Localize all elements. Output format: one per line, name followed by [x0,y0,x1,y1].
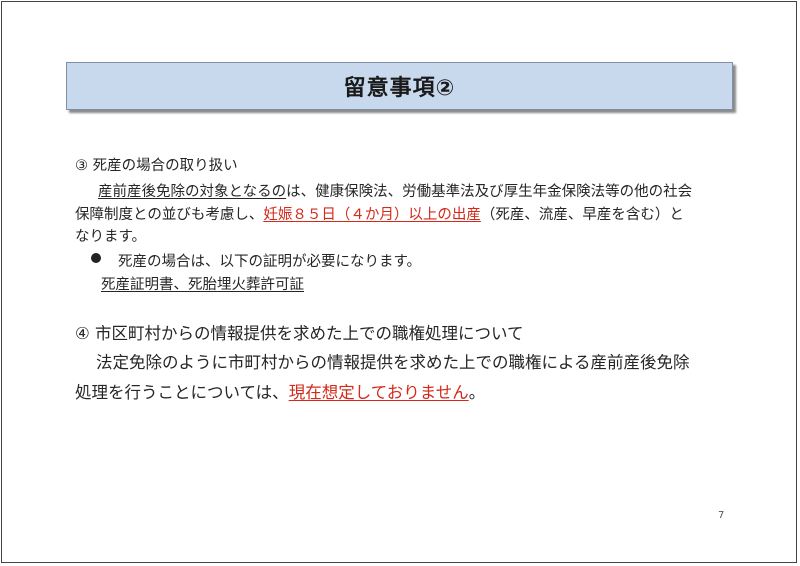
section-3-para-line-3: なります。 [75,229,147,245]
text-run: 処理を行うことについては、 [75,383,289,402]
text-run: 保障制度との並びも考慮し、 [75,207,264,223]
section-4-para-line-1: 法定免除のように市町村からの情報提供を求めた上での職権による産前産後免除 [96,353,690,372]
section-3-heading: ③ 死産の場合の取り扱い [75,158,238,174]
text-run: は、健康保険法、労働基準法及び厚生年金保険法等の他の社会 [286,184,693,200]
required-documents: 死産証明書、死胎埋火葬許可証 [101,277,304,293]
text-run: 。 [468,383,486,402]
section-4-heading: ④ 市区町村からの情報提供を求めた上での職権処理について [75,324,524,343]
highlighted-condition: 妊娠８５日（４か月）以上の出産 [263,207,481,223]
bullet-text: 死産の場合は、以下の証明が必要になります。 [118,254,422,270]
text-run: （死産、流産、早産を含む）と [480,207,684,223]
page-title: 留意事項② [343,76,456,101]
title-banner: 留意事項② [66,62,733,110]
bullet-icon [91,253,101,263]
section-3-para-line-1: 産前産後免除の対象となるのは、健康保険法、労働基準法及び厚生年金保険法等の他の社… [98,180,692,201]
page-number: 7 [718,510,725,521]
highlighted-statement: 現在想定しておりません [288,383,469,402]
underlined-phrase: 産前産後免除の対象となるの [98,184,287,200]
section-4-para-line-2: 処理を行うことについては、現在想定しておりません。 [75,379,485,403]
section-3-para-line-2: 保障制度との並びも考慮し、妊娠８５日（４か月）以上の出産（死産、流産、早産を含む… [75,203,684,224]
